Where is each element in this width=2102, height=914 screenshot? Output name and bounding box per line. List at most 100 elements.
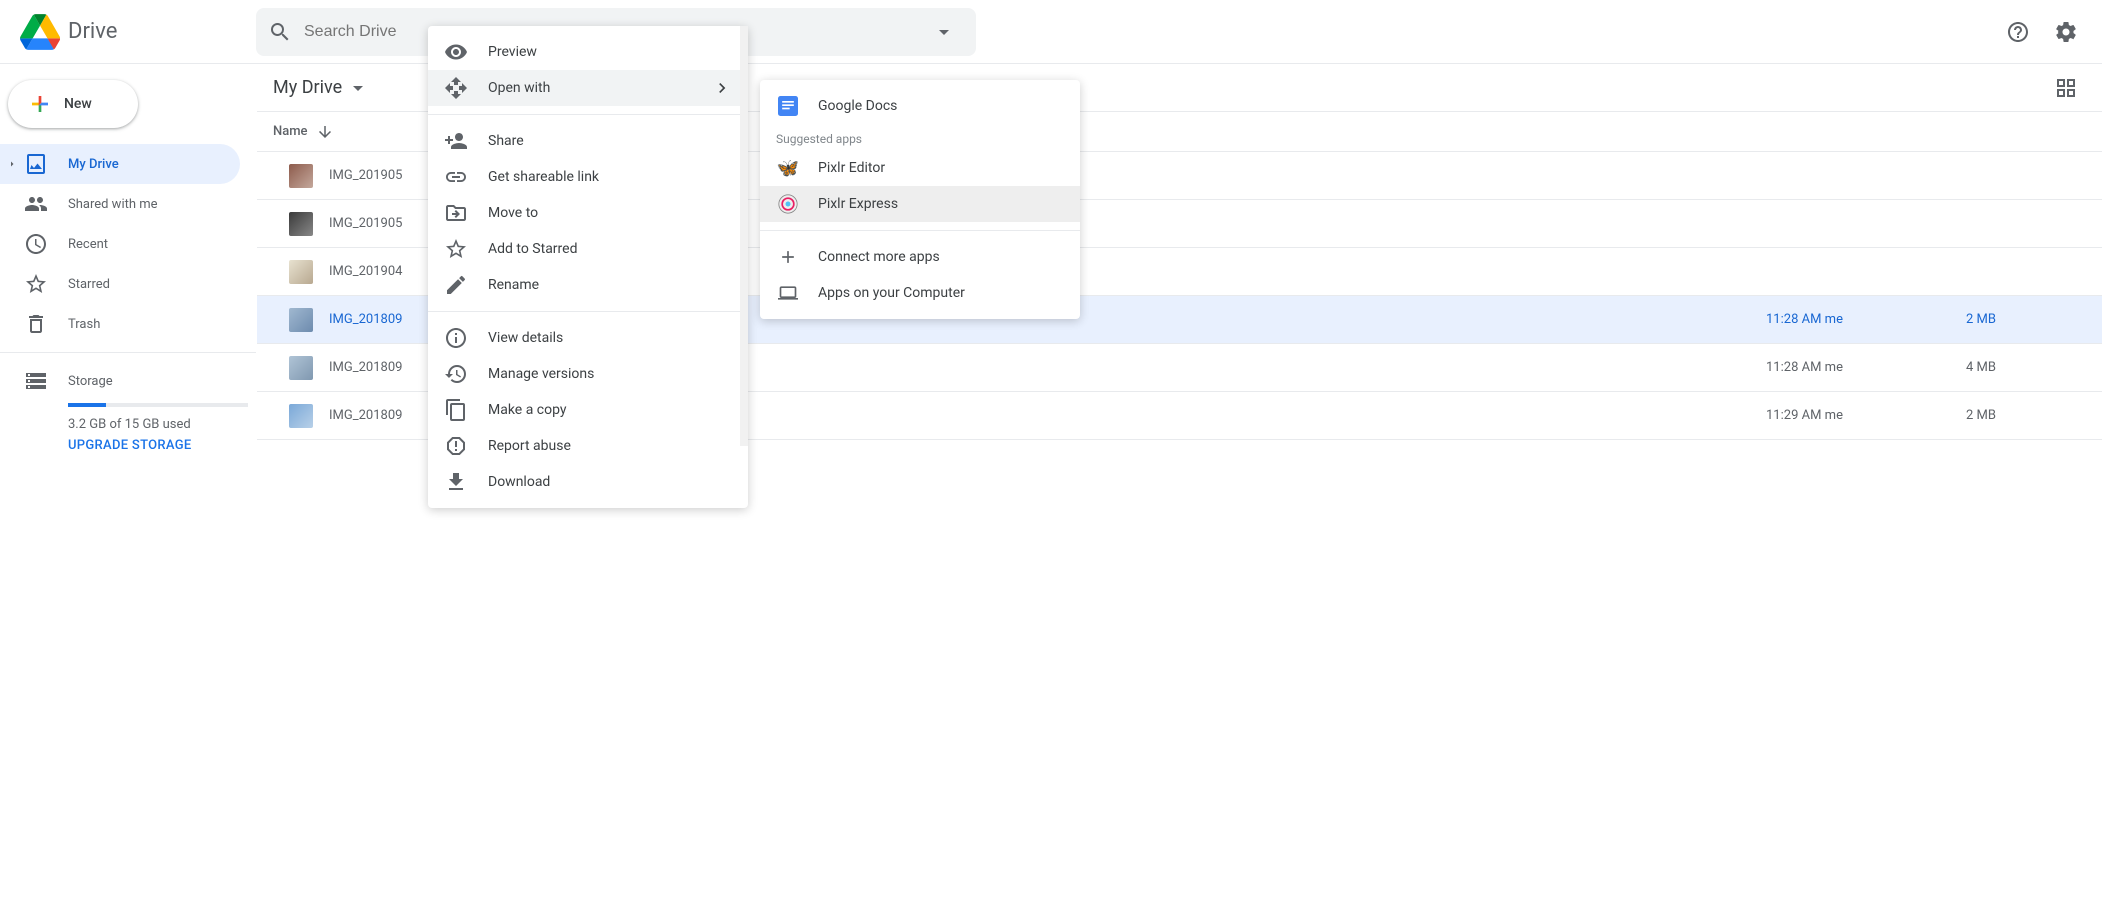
submenu-item-pixlr-editor[interactable]: 🦋 Pixlr Editor (760, 150, 1080, 186)
file-modified: 11:28 AM me (1766, 360, 1966, 375)
storage-label-row[interactable]: Storage (24, 369, 240, 393)
sidebar-item-label: Recent (68, 237, 108, 252)
submenu-item-on-computer[interactable]: Apps on your Computer (760, 275, 1080, 311)
expand-arrow-icon[interactable] (6, 158, 18, 170)
menu-item-label: View details (488, 330, 563, 346)
menu-item-manage-versions[interactable]: Manage versions (428, 356, 748, 392)
sidebar-item-label: Trash (68, 317, 100, 332)
menu-item-get-link[interactable]: Get shareable link (428, 159, 748, 195)
logo-area[interactable]: Drive (8, 12, 256, 52)
menu-item-download[interactable]: Download (428, 464, 748, 500)
copy-icon (444, 398, 468, 422)
sidebar-item-my-drive[interactable]: My Drive (0, 144, 240, 184)
breadcrumb-label: My Drive (273, 77, 342, 98)
computer-icon (778, 283, 798, 303)
menu-item-view-details[interactable]: View details (428, 320, 748, 356)
menu-item-label: Move to (488, 205, 538, 221)
menu-item-move-to[interactable]: Move to (428, 195, 748, 231)
breadcrumb[interactable]: My Drive (265, 72, 378, 104)
context-menu: Preview Open with Share Get shareable li… (428, 26, 748, 508)
grid-view-icon (2054, 76, 2078, 100)
file-modified: 11:28 AM me (1766, 312, 1966, 327)
person-add-icon (444, 129, 468, 153)
file-thumbnail (289, 308, 313, 332)
menu-item-open-with[interactable]: Open with (428, 70, 748, 106)
report-icon (444, 434, 468, 458)
settings-button[interactable] (2046, 12, 2086, 52)
plus-icon (28, 92, 52, 116)
shared-icon (24, 192, 48, 216)
file-size: 4 MB (1966, 360, 2086, 375)
history-icon (444, 362, 468, 386)
file-modified: 11:29 AM me (1766, 408, 1966, 423)
app-name: Drive (68, 19, 117, 44)
menu-item-report-abuse[interactable]: Report abuse (428, 428, 748, 464)
sidebar-item-label: Shared with me (68, 197, 158, 212)
sidebar-item-recent[interactable]: Recent (0, 224, 240, 264)
menu-item-label: Download (488, 474, 550, 490)
header-actions (1998, 12, 2094, 52)
plus-icon (778, 247, 798, 267)
storage-bar-fill (68, 403, 106, 407)
storage-icon (24, 369, 48, 393)
menu-item-label: Share (488, 133, 524, 149)
file-thumbnail (289, 356, 313, 380)
new-button[interactable]: New (8, 80, 138, 128)
divider (428, 114, 748, 115)
header: Drive (0, 0, 2102, 64)
menu-item-label: Get shareable link (488, 169, 599, 185)
my-drive-icon (24, 152, 48, 176)
divider (0, 352, 256, 353)
file-thumbnail (289, 404, 313, 428)
star-icon (24, 272, 48, 296)
drive-logo-icon (20, 12, 60, 52)
sidebar-item-label: My Drive (68, 157, 119, 172)
gear-icon (2054, 20, 2078, 44)
eye-icon (444, 40, 468, 64)
submenu-suggested-header: Suggested apps (760, 124, 1080, 150)
storage-used-text: 3.2 GB of 15 GB used (68, 417, 240, 432)
submenu-item-label: Apps on your Computer (818, 285, 965, 301)
grid-view-button[interactable] (2046, 68, 2086, 108)
storage-bar (68, 403, 248, 407)
sidebar-item-starred[interactable]: Starred (0, 264, 240, 304)
submenu-item-connect-more[interactable]: Connect more apps (760, 239, 1080, 275)
file-size: 2 MB (1966, 312, 2086, 327)
search-options-dropdown[interactable] (924, 12, 964, 52)
file-thumbnail (289, 164, 313, 188)
menu-item-label: Report abuse (488, 438, 571, 454)
submenu-item-pixlr-express[interactable]: Pixlr Express (760, 186, 1080, 222)
submenu-item-label: Google Docs (818, 98, 897, 114)
upgrade-storage-link[interactable]: UPGRADE STORAGE (68, 438, 240, 453)
recent-icon (24, 232, 48, 256)
menu-item-rename[interactable]: Rename (428, 267, 748, 303)
divider (760, 230, 1080, 231)
menu-item-label: Open with (488, 80, 550, 96)
menu-item-share[interactable]: Share (428, 123, 748, 159)
chevron-right-icon (712, 78, 732, 98)
menu-item-make-copy[interactable]: Make a copy (428, 392, 748, 428)
divider (428, 311, 748, 312)
help-button[interactable] (1998, 12, 2038, 52)
new-button-label: New (64, 96, 92, 112)
column-name-label: Name (273, 124, 308, 139)
open-with-icon (444, 76, 468, 100)
file-thumbnail (289, 212, 313, 236)
sidebar-item-shared[interactable]: Shared with me (0, 184, 240, 224)
storage-section: Storage 3.2 GB of 15 GB used UPGRADE STO… (0, 361, 256, 461)
sidebar-item-label: Starred (68, 277, 110, 292)
menu-item-add-starred[interactable]: Add to Starred (428, 231, 748, 267)
submenu-item-google-docs[interactable]: Google Docs (760, 88, 1080, 124)
arrow-drop-down-icon (346, 76, 370, 100)
sidebar: New My Drive Shared with me Recent Starr… (0, 64, 256, 914)
menu-item-label: Rename (488, 277, 539, 293)
context-menu-scrollbar[interactable] (740, 26, 748, 446)
menu-item-preview[interactable]: Preview (428, 34, 748, 70)
submenu-item-label: Pixlr Express (818, 196, 898, 212)
search-icon (268, 20, 292, 44)
help-icon (2006, 20, 2030, 44)
download-icon (444, 470, 468, 494)
sidebar-item-trash[interactable]: Trash (0, 304, 240, 344)
menu-item-label: Preview (488, 44, 537, 60)
star-outline-icon (444, 237, 468, 261)
